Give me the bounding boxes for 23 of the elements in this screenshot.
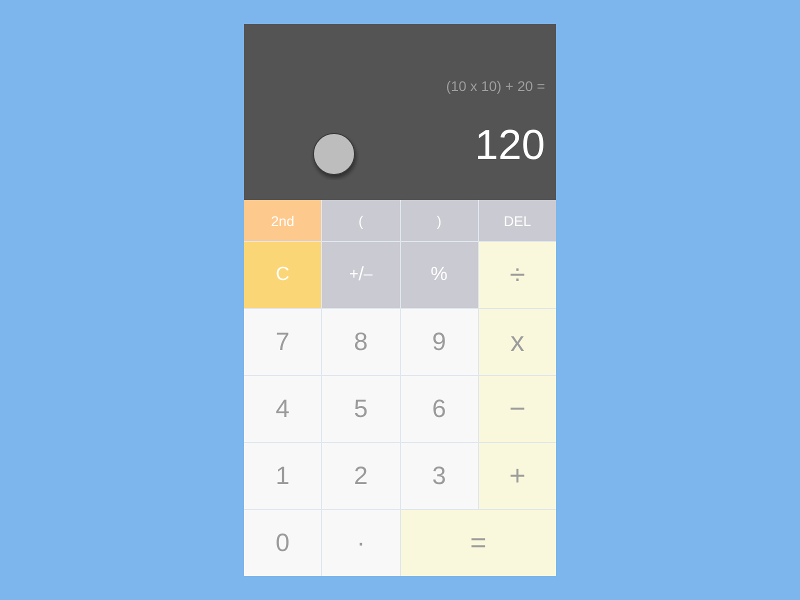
digit-key[interactable]: 6	[400, 376, 478, 442]
digit-key[interactable]: 3	[400, 443, 478, 509]
result-text: 120	[474, 121, 545, 169]
digit-key[interactable]: 5	[322, 376, 400, 442]
expression-text: (10 x 10) + 20 =	[446, 77, 545, 96]
digit-key[interactable]: ·	[322, 510, 400, 576]
operator-key[interactable]: x	[478, 309, 556, 375]
digit-key[interactable]: 8	[322, 309, 400, 375]
digit-key[interactable]: 1	[244, 443, 322, 509]
function-key[interactable]: %	[400, 242, 478, 308]
function-key[interactable]: )	[400, 200, 478, 241]
equals-key[interactable]: =	[400, 510, 556, 576]
digit-key[interactable]: 9	[400, 309, 478, 375]
operator-key[interactable]: ÷	[478, 242, 556, 308]
operator-key[interactable]: +	[478, 443, 556, 509]
clear-key[interactable]: C	[244, 242, 322, 308]
second-function-key[interactable]: 2nd	[244, 200, 322, 241]
digit-key[interactable]: 0	[244, 510, 322, 576]
digit-key[interactable]: 4	[244, 376, 322, 442]
operator-key[interactable]: −	[478, 376, 556, 442]
digit-key[interactable]: 7	[244, 309, 322, 375]
digit-key[interactable]: 2	[322, 443, 400, 509]
function-key[interactable]: (	[322, 200, 400, 241]
